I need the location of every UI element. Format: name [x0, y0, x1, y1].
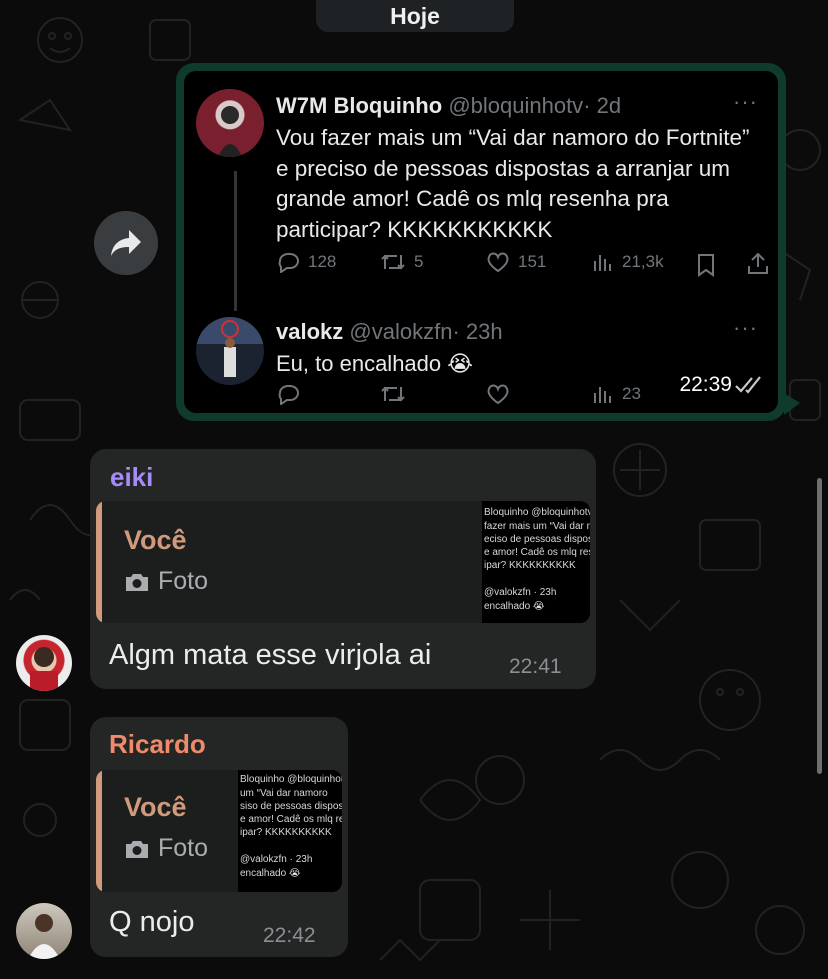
bubble-tail: [784, 393, 800, 415]
quoted-message[interactable]: Você Foto Bloquinho @bloquinhotv · 2 um …: [96, 770, 342, 892]
quote-accent-bar: [96, 770, 102, 892]
thumb-line: eciso de pessoas dispostas a a: [484, 534, 590, 545]
tweet-author-avatar: [196, 89, 264, 157]
tweet-body-line: participar? KKKKKKKKKKK: [276, 216, 553, 242]
forward-arrow-icon: [111, 230, 141, 256]
reply-more-icon: ···: [733, 315, 758, 340]
tweet-author-handle: @bloquinhotv: [448, 93, 584, 118]
reply-author-name: valokz: [276, 319, 344, 344]
thumb-line: @valokzfn · 23h: [240, 854, 313, 865]
views-icon: [594, 255, 611, 271]
thumb-line: ipar? KKKKKKKKKK: [240, 827, 332, 838]
reply-view-count-value: 23: [622, 384, 641, 403]
tweet-header: W7M Bloquinho @bloquinhotv· 2d: [276, 93, 621, 119]
forwarded-image-message[interactable]: W7M Bloquinho @bloquinhotv· 2d ··· Vou f…: [176, 63, 800, 421]
quote-type-label: Foto: [158, 834, 209, 862]
message-text: Q nojo: [109, 906, 195, 938]
incoming-message[interactable]: Ricardo Você Foto Bloquinho @bloquinhotv…: [90, 717, 348, 957]
avatar[interactable]: [16, 903, 72, 959]
tweet-age: · 2d: [583, 93, 622, 118]
message-time: 22:42: [263, 924, 316, 947]
thumb-line: Bloquinho @bloquinhotv · 2: [240, 774, 342, 785]
reply-author-avatar: [196, 317, 264, 385]
like-count: 151: [486, 251, 546, 273]
thumb-line: Bloquinho @bloquinhotv · 2: [484, 507, 590, 518]
view-count-value: 21,3k: [622, 252, 664, 271]
incoming-message[interactable]: eiki Você Foto Bloquinho @bloquinhotv · …: [90, 449, 596, 689]
quote-accent-bar: [96, 501, 102, 623]
tweet-author-name: W7M Bloquinho: [276, 93, 443, 118]
reply-count: 128: [276, 251, 336, 273]
retweet-icon: [381, 386, 405, 402]
share-icon: [748, 252, 768, 274]
forward-button[interactable]: [94, 211, 158, 275]
quote-type-label: Foto: [158, 567, 209, 595]
like-count-value: 151: [518, 252, 547, 271]
message-time: 22:39: [679, 373, 732, 396]
reply-retweet-action: [380, 383, 406, 405]
retweet-count-value: 5: [414, 252, 424, 271]
quote-type: Foto: [124, 834, 208, 863]
double-check-icon: [735, 376, 761, 394]
heart-icon: [487, 384, 509, 405]
tweet-screenshot[interactable]: W7M Bloquinho @bloquinhotv· 2d ··· Vou f…: [184, 71, 778, 413]
reply-body: Eu, to encalhado 😭: [276, 351, 473, 376]
scrollbar[interactable]: [817, 478, 822, 774]
quote-author: Você: [124, 792, 187, 822]
quoted-message[interactable]: Você Foto Bloquinho @bloquinhotv · 2 faz…: [96, 501, 590, 623]
tweet-body-line: Vou fazer mais um “Vai dar namoro do For…: [276, 125, 750, 150]
sender-name: Ricardo: [109, 729, 206, 759]
thumb-line: encalhado 😭: [240, 868, 301, 879]
retweet-icon: [381, 254, 405, 270]
tweet-body-line: e preciso de pessoas dispostas a arranja…: [276, 155, 730, 181]
views-icon: [594, 387, 611, 403]
reply-age: · 23h: [452, 319, 503, 344]
thumb-line: ipar? KKKKKKKKKK: [484, 560, 576, 571]
quote-type: Foto: [124, 567, 208, 596]
heart-icon: [487, 252, 509, 273]
reply-header: valokz @valokzfn· 23h: [276, 319, 503, 345]
thumb-line: um “Vai dar namoro: [240, 788, 328, 799]
thread-connector: [234, 171, 237, 311]
avatar[interactable]: [16, 635, 72, 691]
thumb-line: encalhado 😭: [484, 601, 545, 612]
reply-author-handle: @valokzfn: [349, 319, 453, 344]
quote-thumbnail: Bloquinho @bloquinhotv · 2 um “Vai dar n…: [238, 770, 342, 892]
bookmark-icon: [698, 254, 714, 277]
quote-author: Você: [124, 525, 187, 555]
retweet-count: 5: [380, 251, 423, 273]
thumb-line: siso de pessoas dispostas a a: [240, 801, 342, 812]
tweet-more-icon: ···: [733, 89, 758, 114]
message-time: 22:41: [509, 655, 562, 678]
date-divider: Hoje: [316, 0, 514, 32]
tweet-body: Vou fazer mais um “Vai dar namoro do For…: [276, 123, 750, 245]
thumb-line: e amor! Cadê os mlq resenha: [484, 547, 590, 558]
view-count: 21,3k: [592, 251, 664, 273]
reply-icon: [278, 253, 299, 273]
sender-name: eiki: [110, 462, 154, 492]
reply-count-value: 128: [308, 252, 337, 271]
reply-icon: [278, 385, 299, 405]
reply-reply-action: [276, 383, 300, 405]
message-text: Algm mata esse virjola ai: [109, 639, 432, 671]
thumb-line: e amor! Cadê os mlq resenha: [240, 814, 342, 825]
tweet-body-line: grande amor! Cadê os mlq resenha pra: [276, 186, 669, 211]
quote-thumbnail: Bloquinho @bloquinhotv · 2 fazer mais um…: [482, 501, 590, 623]
reply-view-count: 23: [592, 383, 641, 405]
thumb-line: @valokzfn · 23h: [484, 587, 557, 598]
camera-icon: [126, 840, 148, 858]
thumb-line: fazer mais um “Vai dar namoro: [484, 521, 590, 532]
camera-icon: [126, 573, 148, 591]
reply-like-action: [486, 383, 510, 405]
